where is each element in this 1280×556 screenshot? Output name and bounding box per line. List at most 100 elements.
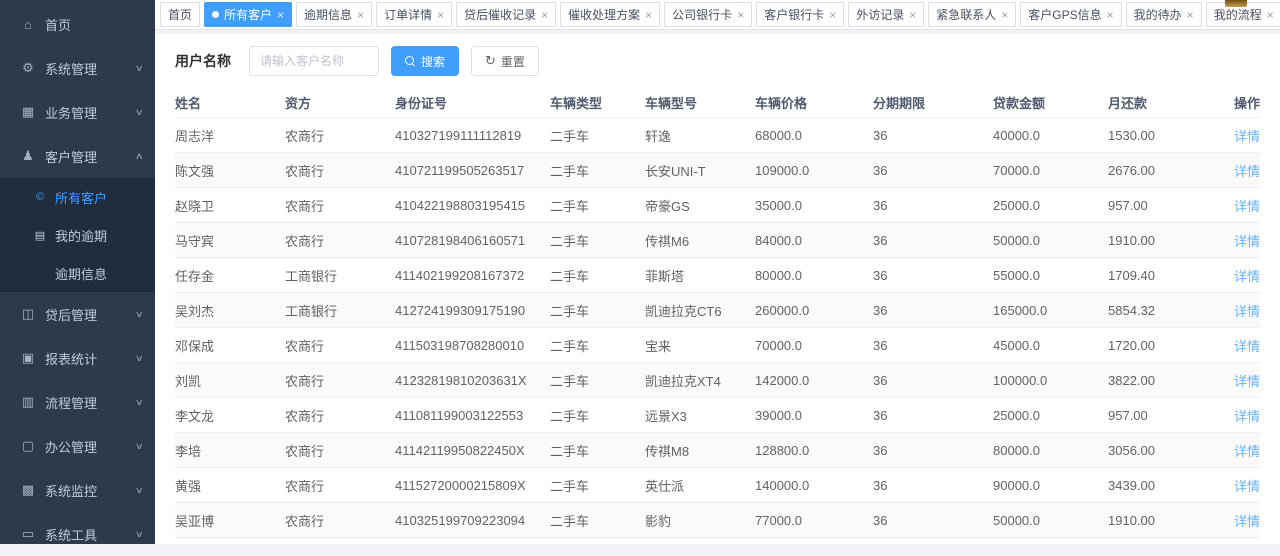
sidebar-subitem-label: 逾期信息	[55, 264, 107, 283]
sidebar-item-label: 办公管理	[45, 437, 136, 456]
close-icon[interactable]: ×	[437, 9, 444, 21]
cell-id-number: 410422198803195415	[395, 198, 550, 213]
search-button[interactable]: 搜索	[391, 46, 459, 76]
tab[interactable]: 紧急联系人 ×	[928, 2, 1016, 27]
sidebar-item[interactable]: ▣ 报表统计 ∨	[0, 336, 155, 380]
close-icon[interactable]: ×	[277, 9, 284, 21]
home-icon: ⌂	[18, 17, 38, 32]
close-icon[interactable]: ×	[1001, 9, 1008, 21]
close-icon[interactable]: ×	[1187, 9, 1194, 21]
cell-monthly-payment: 5854.32	[1108, 303, 1220, 318]
cell-monthly-payment: 1910.00	[1108, 513, 1220, 528]
sidebar-item-label: 首页	[45, 15, 143, 34]
sidebar-item[interactable]: ⚙ 系统管理 ∨	[0, 46, 155, 90]
sidebar-subitem[interactable]: © 所有客户	[0, 178, 155, 216]
cell-term: 36	[873, 198, 993, 213]
detail-link[interactable]: 详情	[1234, 304, 1260, 319]
sidebar-item[interactable]: ▭ 系统工具 ∨	[0, 512, 155, 556]
cell-vehicle-price: 68000.0	[755, 128, 873, 143]
cell-funder: 农商行	[285, 406, 395, 425]
table-row: 黄强 农商行 41152720000215809X 二手车 英仕派 140000…	[175, 468, 1260, 503]
cell-funder: 农商行	[285, 511, 395, 530]
close-icon[interactable]: ×	[645, 9, 652, 21]
detail-link[interactable]: 详情	[1234, 164, 1260, 179]
detail-link[interactable]: 详情	[1234, 374, 1260, 389]
cell-vehicle-type: 二手车	[550, 126, 645, 145]
sidebar-subitem[interactable]: 逾期信息	[0, 254, 155, 292]
table-row: 吴亚博 农商行 410325199709223094 二手车 影豹 77000.…	[175, 503, 1260, 538]
close-icon[interactable]: ×	[829, 9, 836, 21]
cell-id-number: 41152720000215809X	[395, 478, 550, 493]
tab[interactable]: 我的待办 ×	[1126, 2, 1202, 27]
close-icon[interactable]: ×	[1267, 9, 1274, 21]
tab[interactable]: 公司银行卡 ×	[664, 2, 752, 27]
tab[interactable]: 逾期信息 ×	[296, 2, 372, 27]
cell-vehicle-type: 二手车	[550, 441, 645, 460]
detail-link[interactable]: 详情	[1234, 479, 1260, 494]
column-header: 身份证号	[395, 93, 550, 112]
reset-button[interactable]: ↻ 重置	[471, 46, 539, 76]
tab[interactable]: 贷后催收记录 ×	[456, 2, 556, 27]
sidebar-item-label: 报表统计	[45, 349, 136, 368]
cell-term: 36	[873, 128, 993, 143]
tab[interactable]: 客户银行卡 ×	[756, 2, 844, 27]
cell-term: 36	[873, 163, 993, 178]
cell-name: 吴亚博	[175, 511, 285, 530]
detail-link[interactable]: 详情	[1234, 129, 1260, 144]
cell-monthly-payment: 3056.00	[1108, 443, 1220, 458]
table-row: 任存金 工商银行 411402199208167372 二手车 菲斯塔 8000…	[175, 258, 1260, 293]
sidebar-item[interactable]: ▢ 办公管理 ∨	[0, 424, 155, 468]
cell-id-number: 410325199709223094	[395, 513, 550, 528]
close-icon[interactable]: ×	[357, 9, 364, 21]
cell-term: 36	[873, 408, 993, 423]
post-loan-icon: ◫	[18, 306, 38, 322]
cell-funder: 工商银行	[285, 266, 395, 285]
cell-vehicle-type: 二手车	[550, 336, 645, 355]
sidebar-item[interactable]: ▥ 流程管理 ∨	[0, 380, 155, 424]
chevron-icon: ∨	[135, 107, 144, 118]
sidebar-item[interactable]: ◫ 贷后管理 ∨	[0, 292, 155, 336]
search-input[interactable]	[249, 46, 379, 76]
tab[interactable]: 首页	[160, 2, 200, 27]
cell-vehicle-model: 长安UNI-T	[645, 161, 755, 180]
cell-funder: 农商行	[285, 441, 395, 460]
detail-link[interactable]: 详情	[1234, 339, 1260, 354]
column-header: 车辆类型	[550, 93, 645, 112]
tab[interactable]: 所有客户 ×	[204, 2, 292, 27]
table-row: 周志洋 农商行 410327199111112819 二手车 轩逸 68000.…	[175, 118, 1260, 153]
cell-name: 赵晓卫	[175, 196, 285, 215]
sidebar-item[interactable]: ♟ 客户管理 ∧	[0, 134, 155, 178]
sidebar-item-label: 系统监控	[45, 481, 136, 500]
detail-link[interactable]: 详情	[1234, 409, 1260, 424]
tab-label: 客户GPS信息	[1028, 6, 1101, 23]
table-row: 吴刘杰 工商银行 412724199309175190 二手车 凯迪拉克CT6 …	[175, 293, 1260, 328]
tab[interactable]: 客户GPS信息 ×	[1020, 2, 1121, 27]
detail-link[interactable]: 详情	[1234, 269, 1260, 284]
close-icon[interactable]: ×	[737, 9, 744, 21]
detail-link[interactable]: 详情	[1234, 234, 1260, 249]
tab[interactable]: 外访记录 ×	[848, 2, 924, 27]
table-header-row: 姓名资方身份证号车辆类型车辆型号车辆价格分期期限贷款金额月还款操作	[175, 88, 1260, 118]
sidebar-item[interactable]: ⌂ 首页	[0, 2, 155, 46]
cell-loan-amount: 100000.0	[993, 373, 1108, 388]
detail-link[interactable]: 详情	[1234, 199, 1260, 214]
tab-label: 逾期信息	[304, 6, 352, 23]
my-overdue-icon: ▤	[32, 229, 48, 242]
cell-loan-amount: 80000.0	[993, 443, 1108, 458]
tab[interactable]: 订单详情 ×	[376, 2, 452, 27]
tab[interactable]: 催收处理方案 ×	[560, 2, 660, 27]
cell-vehicle-price: 140000.0	[755, 478, 873, 493]
sidebar-subitem[interactable]: ▤ 我的逾期	[0, 216, 155, 254]
sidebar-item[interactable]: ▩ 系统监控 ∨	[0, 468, 155, 512]
detail-link[interactable]: 详情	[1234, 444, 1260, 459]
close-icon[interactable]: ×	[541, 9, 548, 21]
close-icon[interactable]: ×	[909, 9, 916, 21]
cell-vehicle-type: 二手车	[550, 266, 645, 285]
cell-monthly-payment: 957.00	[1108, 198, 1220, 213]
close-icon[interactable]: ×	[1107, 9, 1114, 21]
cell-vehicle-price: 70000.0	[755, 338, 873, 353]
business-grid-icon: ▦	[18, 104, 38, 120]
sidebar-item[interactable]: ▦ 业务管理 ∨	[0, 90, 155, 134]
detail-link[interactable]: 详情	[1234, 514, 1260, 529]
cell-vehicle-price: 128800.0	[755, 443, 873, 458]
